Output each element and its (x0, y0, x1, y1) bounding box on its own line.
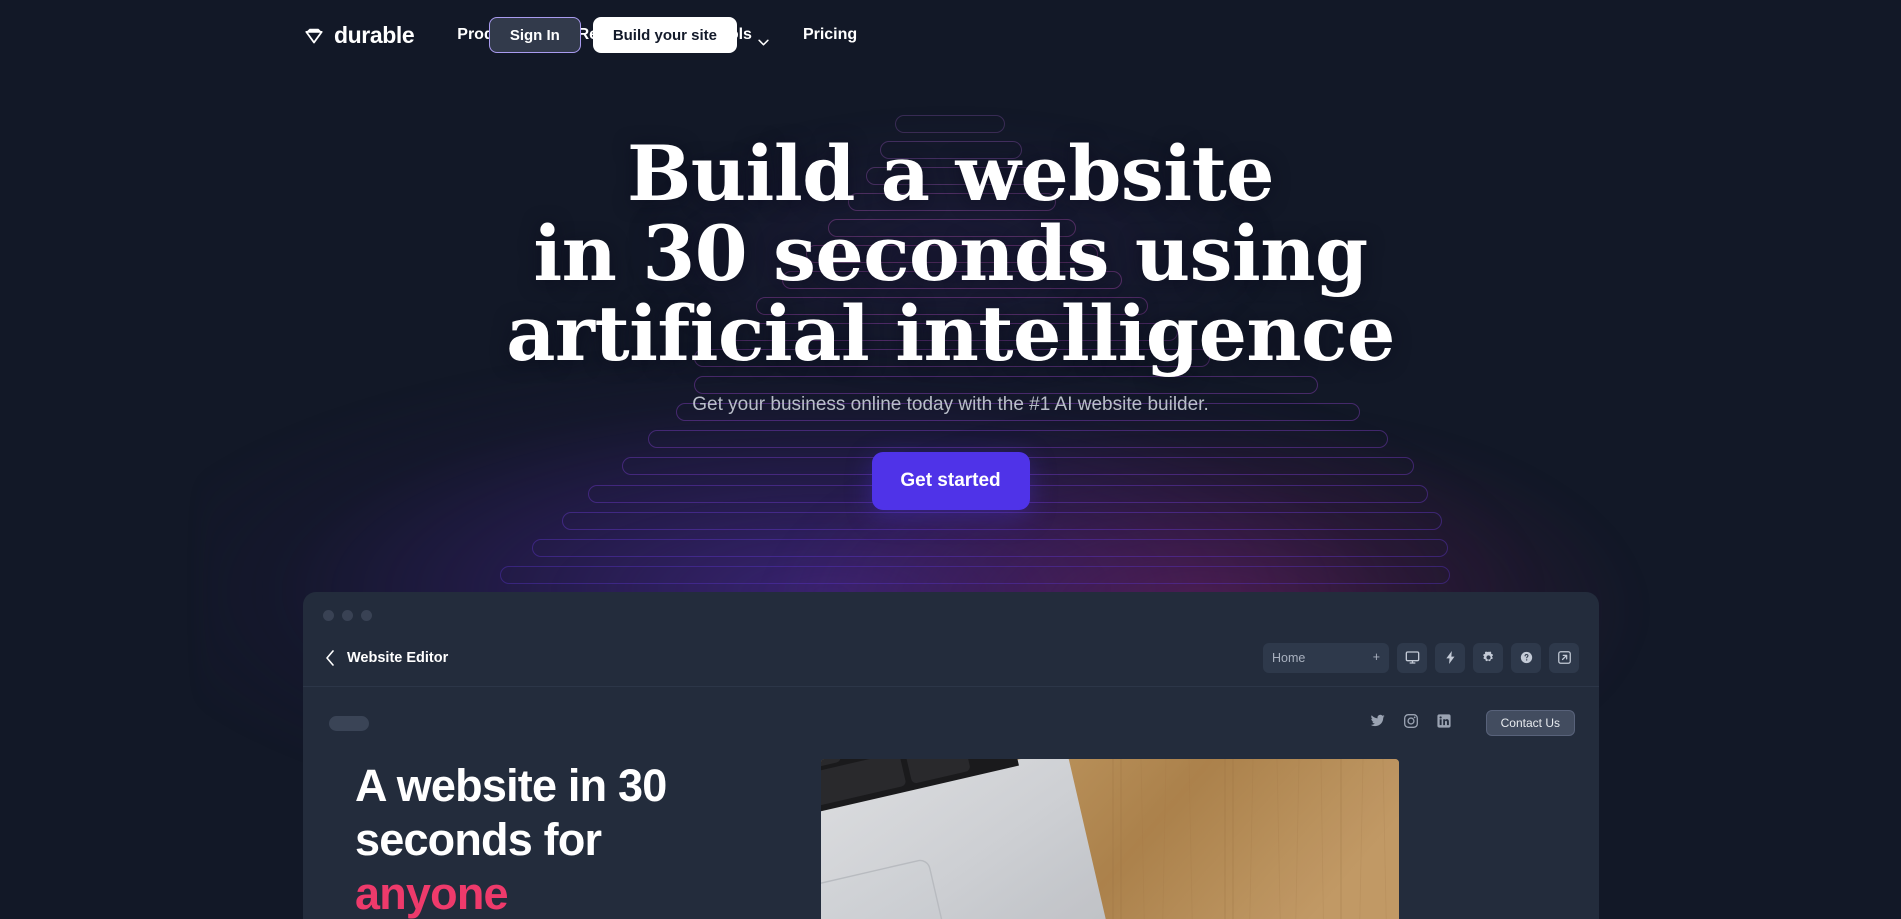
window-controls (303, 592, 1599, 621)
window-dot-close[interactable] (323, 610, 334, 621)
hero-heading-line-2: in 30 seconds using (533, 209, 1368, 298)
preview-header-actions: Contact Us (1370, 710, 1575, 736)
editor-tool-group: Home + (1263, 642, 1579, 673)
instagram-icon[interactable] (1403, 713, 1419, 734)
open-external-button[interactable] (1549, 642, 1579, 673)
window-dot-minimize[interactable] (342, 610, 353, 621)
settings-button[interactable] (1473, 642, 1503, 673)
page-title: Build a website in 30 seconds using arti… (0, 134, 1901, 374)
sign-in-button[interactable]: Sign In (488, 17, 581, 53)
editor-toolbar: Website Editor Home + (303, 629, 1599, 687)
build-your-site-button[interactable]: Build your site (592, 17, 737, 53)
lightning-bolt-icon (1443, 650, 1458, 665)
diamond-gem-icon (303, 24, 325, 46)
site-preview: Contact Us A website in 30 seconds for a… (303, 687, 1599, 919)
preview-photo: N M X command space (821, 759, 1399, 919)
publish-button[interactable] (1435, 642, 1465, 673)
preview-hero: A website in 30 seconds for anyone (303, 759, 1599, 919)
hero-section: Build a website in 30 seconds using arti… (0, 70, 1901, 510)
contact-us-button[interactable]: Contact Us (1485, 710, 1575, 736)
plus-icon[interactable]: + (1373, 651, 1380, 664)
desktop-preview-button[interactable] (1397, 642, 1427, 673)
page-selector-value: Home (1272, 650, 1306, 665)
help-button[interactable] (1511, 642, 1541, 673)
editor-back-button[interactable]: Website Editor (325, 650, 448, 666)
window-dot-maximize[interactable] (361, 610, 372, 621)
website-editor-mockup: Website Editor Home + Contact Us A websi… (303, 592, 1599, 919)
chevron-down-icon (758, 33, 769, 45)
gear-icon (1481, 650, 1496, 665)
nav-actions: Sign In Build your site (488, 17, 737, 53)
preview-heading-line-3: anyone (355, 868, 509, 919)
nav-item-pricing-label: Pricing (802, 26, 858, 43)
page-selector[interactable]: Home + (1263, 642, 1389, 673)
linkedin-icon[interactable] (1436, 713, 1452, 734)
hero-heading-line-1: Build a website (626, 129, 1275, 218)
preview-heading: A website in 30 seconds for anyone (355, 759, 775, 919)
nav-item-pricing[interactable]: Pricing (803, 26, 857, 44)
hero-subtitle: Get your business online today with the … (692, 394, 1209, 415)
hero-heading-line-3: artificial intelligence (506, 289, 1395, 378)
question-circle-icon (1519, 650, 1534, 665)
decor-line (532, 539, 1448, 557)
external-link-icon (1557, 650, 1572, 665)
top-navigation: durable Products Resources Tools (0, 0, 1901, 70)
preview-logo-placeholder[interactable] (329, 715, 369, 731)
decor-line (500, 566, 1450, 584)
twitter-bird-icon[interactable] (1370, 713, 1386, 734)
editor-title: Website Editor (347, 649, 449, 666)
decor-line (562, 512, 1442, 530)
preview-copy: A website in 30 seconds for anyone (355, 759, 775, 919)
brand-logo[interactable]: durable (303, 21, 415, 49)
preview-heading-line-2: seconds for (355, 814, 602, 865)
preview-site-header: Contact Us (303, 687, 1599, 759)
preview-heading-line-1: A website in 30 (355, 760, 667, 811)
chevron-left-icon (325, 649, 335, 666)
get-started-button[interactable]: Get started (871, 452, 1030, 510)
brand-name: durable (334, 21, 415, 48)
monitor-icon (1405, 650, 1420, 665)
